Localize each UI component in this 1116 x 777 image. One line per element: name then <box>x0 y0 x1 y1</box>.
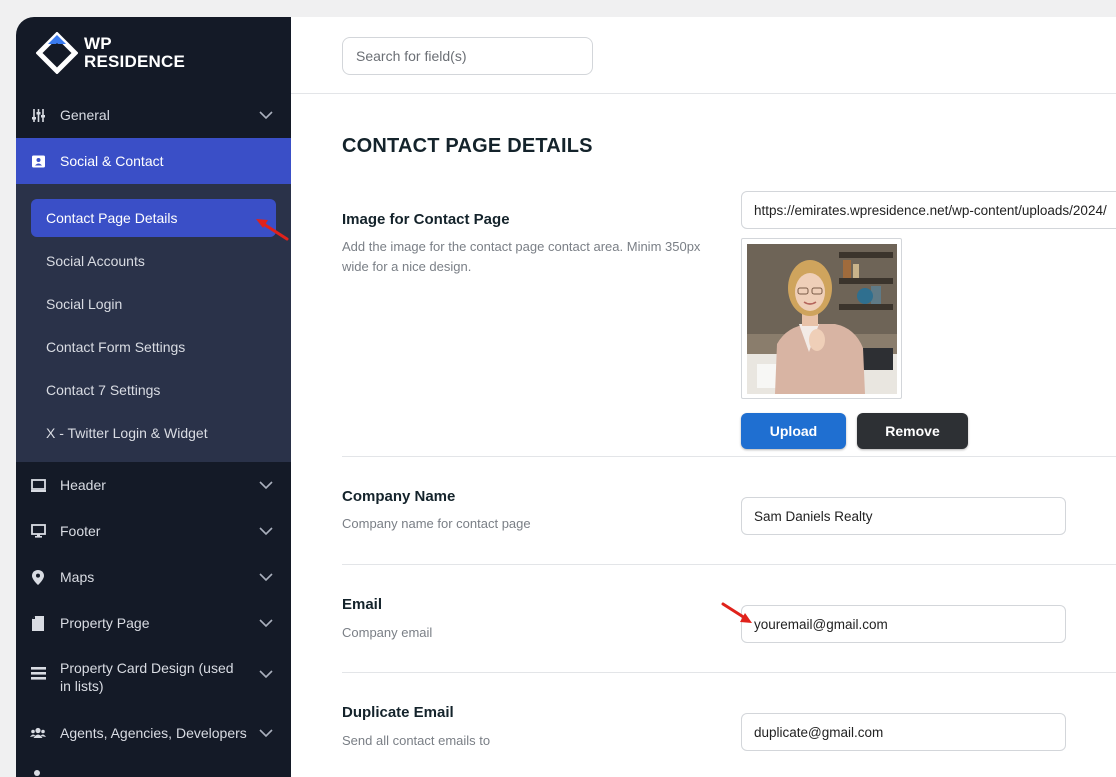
email-description: Company email <box>342 625 433 640</box>
sidebar-item-general[interactable]: General <box>16 92 291 138</box>
sidebar-item-agents-agencies-developers[interactable]: Agents, Agencies, Developers <box>16 710 291 756</box>
sidebar-item-footer[interactable]: Footer <box>16 508 291 554</box>
social-contact-submenu: Contact Page Details Social Accounts Soc… <box>16 184 291 462</box>
divider <box>342 564 1116 565</box>
user-dashboard-icon <box>30 769 46 777</box>
app-frame: WP RESIDENCE General Social & Contact Co… <box>16 17 1116 777</box>
map-pin-icon <box>30 569 46 585</box>
chevron-down-icon <box>259 111 273 120</box>
brand-name: WP RESIDENCE <box>84 35 185 71</box>
sidebar-item-property-card-design[interactable]: Property Card Design (used in lists) <box>16 649 291 705</box>
sidebar-item-label: General <box>60 107 110 123</box>
remove-button[interactable]: Remove <box>857 413 968 449</box>
submenu-contact-form-settings[interactable]: Contact Form Settings <box>31 328 276 366</box>
chevron-down-icon <box>259 573 273 582</box>
sidebar-item-label: Property Card Design (used in lists) <box>60 660 234 694</box>
list-icon <box>30 665 46 681</box>
duplicate-email-title: Duplicate Email <box>342 704 454 721</box>
sidebar-item-property-page[interactable]: Property Page <box>16 600 291 646</box>
contact-photo-image <box>747 244 897 394</box>
chevron-down-icon <box>259 527 273 536</box>
page-title: CONTACT PAGE DETAILS <box>342 135 593 157</box>
contact-image-preview <box>741 238 902 399</box>
sidebar-item-header[interactable]: Header <box>16 462 291 508</box>
image-field-title: Image for Contact Page <box>342 211 510 228</box>
submenu-contact-7-settings[interactable]: Contact 7 Settings <box>31 371 276 409</box>
red-arrow-icon <box>721 602 752 623</box>
sidebar-item-label: Header <box>60 477 106 493</box>
chevron-down-icon <box>259 670 273 679</box>
chevron-down-icon <box>259 619 273 628</box>
divider <box>342 456 1116 457</box>
sidebar-item-maps[interactable]: Maps <box>16 554 291 600</box>
top-bar <box>291 17 1116 94</box>
file-icon <box>30 615 46 631</box>
company-name-input[interactable] <box>741 497 1066 535</box>
upload-button[interactable]: Upload <box>741 413 846 449</box>
logo-diamond-icon <box>36 32 78 74</box>
image-field-description: Add the image for the contact page conta… <box>342 239 701 274</box>
image-url-input[interactable] <box>741 191 1116 229</box>
sidebar-item-label: Footer <box>60 523 101 539</box>
submenu-x-twitter-login-widget[interactable]: X - Twitter Login & Widget <box>31 414 276 452</box>
email-title: Email <box>342 596 383 613</box>
submenu-contact-page-details[interactable]: Contact Page Details <box>31 199 276 237</box>
duplicate-email-description: Send all contact emails to <box>342 733 491 748</box>
contact-card-icon <box>30 153 46 169</box>
red-arrow-icon <box>256 219 289 241</box>
sidebar-item-label: Maps <box>60 569 95 585</box>
chevron-down-icon <box>259 729 273 738</box>
sliders-icon <box>30 107 46 123</box>
sidebar-item-label: Property Page <box>60 615 150 631</box>
company-name-title: Company Name <box>342 488 456 505</box>
sidebar-item-social-contact[interactable]: Social & Contact <box>16 138 291 184</box>
field-search-input[interactable] <box>342 37 593 75</box>
divider <box>342 672 1116 673</box>
submenu-social-login[interactable]: Social Login <box>31 285 276 323</box>
duplicate-email-input[interactable] <box>741 713 1066 751</box>
monitor-icon <box>30 523 46 539</box>
brand-logo[interactable]: WP RESIDENCE <box>36 31 185 75</box>
sidebar-item-label: Agents, Agencies, Developers <box>60 725 247 741</box>
laptop-icon <box>30 477 46 493</box>
company-name-description: Company name for contact page <box>342 516 531 531</box>
users-icon <box>30 725 46 741</box>
sidebar-item-label: Social & Contact <box>60 153 164 169</box>
sidebar: WP RESIDENCE General Social & Contact Co… <box>16 17 291 777</box>
brand-line-2: RESIDENCE <box>84 52 185 71</box>
chevron-down-icon <box>259 481 273 490</box>
brand-line-1: WP <box>84 34 112 53</box>
email-input[interactable] <box>741 605 1066 643</box>
main-content: CONTACT PAGE DETAILS Image for Contact P… <box>291 17 1116 777</box>
submenu-social-accounts[interactable]: Social Accounts <box>31 242 276 280</box>
